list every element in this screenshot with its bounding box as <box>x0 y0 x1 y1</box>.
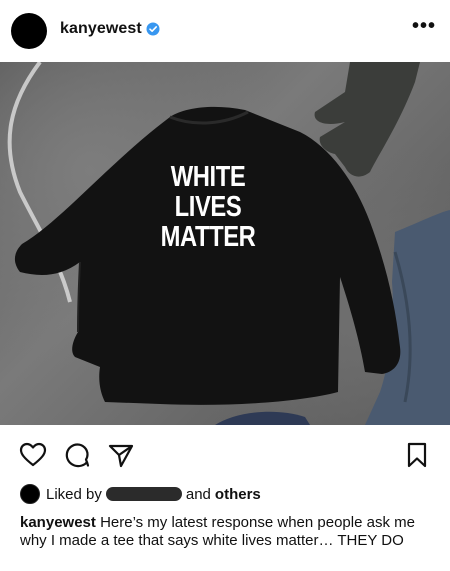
shirt-line-3: MATTER <box>160 221 256 253</box>
comment-button[interactable] <box>62 440 92 470</box>
post-caption: kanyewest Here’s my latest response when… <box>20 514 440 550</box>
shirt-line-1: WHITE <box>170 161 246 193</box>
instagram-post: kanyewest ••• WHITE LIVES MATTER Liked b… <box>0 0 450 571</box>
action-bar <box>0 432 450 476</box>
comment-icon <box>65 443 90 468</box>
redacted-username <box>105 487 182 501</box>
avatar[interactable] <box>11 13 47 49</box>
bookmark-icon <box>407 442 427 468</box>
username[interactable]: kanyewest <box>60 20 142 38</box>
post-photo[interactable]: WHITE LIVES MATTER <box>0 62 450 425</box>
liked-by-label: Liked by <box>46 485 102 503</box>
like-button[interactable] <box>18 440 48 470</box>
post-header: kanyewest ••• <box>0 0 450 62</box>
share-button[interactable] <box>106 440 136 470</box>
caption-username[interactable]: kanyewest <box>20 514 96 531</box>
and-label: and <box>185 485 211 503</box>
likes-row: Liked by and others <box>20 484 261 504</box>
save-button[interactable] <box>402 440 432 470</box>
liker-avatar[interactable] <box>20 484 40 504</box>
others-link[interactable]: others <box>215 486 261 503</box>
verified-badge-icon <box>146 22 160 36</box>
send-icon <box>108 444 134 468</box>
more-options-button[interactable]: ••• <box>412 16 436 36</box>
shirt-print-text: WHITE LIVES MATTER <box>159 162 257 252</box>
heart-icon <box>19 442 47 467</box>
shirt-line-2: LIVES <box>174 191 242 223</box>
